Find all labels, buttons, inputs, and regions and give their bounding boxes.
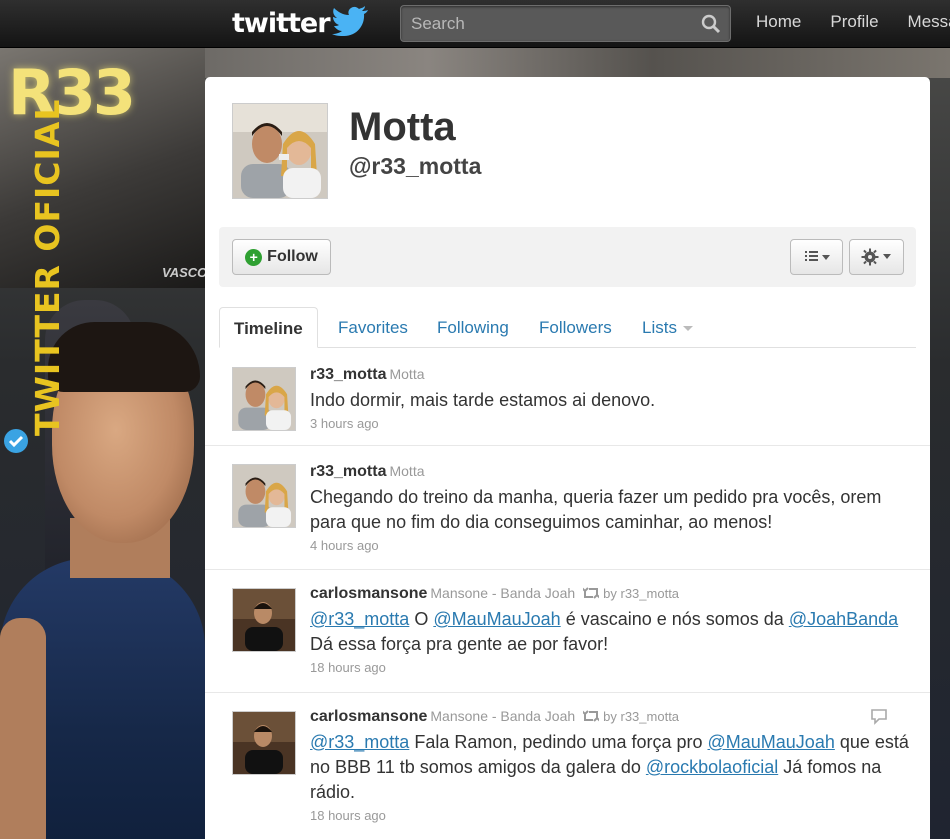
gear-menu-button[interactable] [849, 239, 904, 275]
tweet-header: carlosmansone Mansone - Banda Joah by r33_… [310, 585, 910, 603]
tweet-body: carlosmansone Mansone - Banda Joah by r33_… [310, 708, 910, 823]
tweet-mention-link[interactable]: @JoahBanda [789, 609, 898, 629]
tweet-text: @r33_motta O @MauMauJoah é vascaino e nó… [310, 607, 910, 657]
twitter-oficial-banner: TWITTER OFICIAL [28, 98, 67, 436]
top-nav: Home Profile Messages [756, 12, 950, 32]
tab-followers[interactable]: Followers [539, 307, 612, 348]
tweet-timestamp[interactable]: 4 hours ago [310, 538, 910, 553]
tweet-mention-link[interactable]: @r33_motta [310, 732, 409, 752]
nav-profile[interactable]: Profile [830, 12, 878, 32]
player-arm [0, 618, 46, 839]
retweet-by: by r33_motta [603, 709, 680, 724]
tweet-username[interactable]: carlosmansone [310, 585, 427, 602]
follow-plus-icon: + [245, 248, 263, 266]
tweet-header: r33_motta Motta [310, 463, 910, 481]
tweet-timestamp[interactable]: 18 hours ago [310, 808, 910, 823]
profile-panel: Motta @r33_motta + Follow Timeline Favor… [205, 77, 930, 839]
tweet-timeline: r33_motta Motta Indo dormir, mais tarde e… [205, 349, 930, 839]
search-input[interactable] [401, 6, 681, 41]
tweet-mention-link[interactable]: @MauMauJoah [708, 732, 835, 752]
tweet-mention-link[interactable]: @rockbolaoficial [646, 757, 778, 777]
tweet-text-segment: Dá essa força pra gente ae por favor! [310, 634, 609, 654]
twitter-logo[interactable]: twitter [232, 5, 370, 41]
profile-tabs: Timeline Favorites Following Followers L… [219, 307, 916, 348]
tab-timeline[interactable]: Timeline [219, 307, 318, 348]
tab-lists[interactable]: Lists [642, 307, 693, 348]
follow-button[interactable]: + Follow [232, 239, 331, 275]
tweet-text: Chegando do treino da manha, queria faze… [310, 485, 910, 535]
retweet-icon [581, 587, 601, 602]
nav-home[interactable]: Home [756, 12, 801, 32]
tweet-body: r33_motta Motta Indo dormir, mais tarde e… [310, 366, 910, 431]
follow-button-label: Follow [267, 248, 318, 265]
tweet-text-segment: Chegando do treino da manha, queria faze… [310, 487, 882, 532]
tweet-text-segment: Fala Ramon, pedindo uma força pro [409, 732, 708, 752]
tweet-text-segment: Indo dormir, mais tarde estamos ai denov… [310, 390, 656, 410]
tweet-item[interactable]: carlosmansone Mansone - Banda Joah by r33_… [205, 570, 930, 693]
profile-header: Motta @r33_motta [205, 77, 930, 222]
tweet-text-segment: O [409, 609, 434, 629]
tweet-username[interactable]: r33_motta [310, 463, 386, 480]
tweet-avatar[interactable] [232, 367, 296, 431]
vasco-shirt-text: VASCO [162, 265, 208, 280]
retweet-indicator: by r33_motta [581, 709, 680, 725]
tweet-text: @r33_motta Fala Ramon, pedindo uma força… [310, 730, 910, 805]
tab-following[interactable]: Following [437, 307, 509, 348]
retweet-icon [581, 710, 601, 725]
search-icon[interactable] [701, 14, 721, 39]
tweet-username[interactable]: r33_motta [310, 366, 386, 383]
twitter-logo-text: twitter [232, 7, 331, 39]
verified-badge-icon [3, 428, 29, 459]
tweet-header: r33_motta Motta [310, 366, 910, 384]
tweet-avatar[interactable] [232, 588, 296, 652]
retweet-by: by r33_motta [603, 586, 680, 601]
tweet-item[interactable]: r33_motta Motta Indo dormir, mais tarde e… [205, 349, 930, 446]
retweet-indicator: by r33_motta [581, 586, 680, 602]
tweet-fullname: Motta [389, 366, 425, 382]
reply-icon[interactable] [870, 707, 888, 730]
twitter-bird-icon [331, 5, 370, 41]
tweet-fullname: Motta [389, 463, 425, 479]
tweet-item[interactable]: r33_motta Motta Chegando do treino da man… [205, 446, 930, 570]
profile-name: Motta [349, 105, 456, 149]
tweet-timestamp[interactable]: 3 hours ago [310, 416, 910, 431]
profile-avatar[interactable] [232, 103, 328, 199]
top-navigation-bar: twitter Home Profile Messages [0, 0, 950, 48]
tweet-timestamp[interactable]: 18 hours ago [310, 660, 910, 675]
tab-lists-label: Lists [642, 318, 677, 337]
tweet-fullname: Mansone - Banda Joah [430, 585, 576, 601]
tweet-header: carlosmansone Mansone - Banda Joah by r33_… [310, 708, 910, 726]
background-photo-strip [205, 48, 950, 78]
tweet-text-segment: é vascaino e nós somos da [560, 609, 789, 629]
tab-favorites[interactable]: Favorites [338, 307, 408, 348]
r33-logo: R33 [8, 56, 136, 129]
profile-actions-bar: + Follow [219, 227, 916, 287]
gear-icon [861, 248, 891, 266]
tweet-body: r33_motta Motta Chegando do treino da man… [310, 463, 910, 553]
tweet-item[interactable]: carlosmansone Mansone - Banda Joah by r33_… [205, 693, 930, 839]
nav-messages[interactable]: Messages [908, 12, 950, 32]
tweet-mention-link[interactable]: @MauMauJoah [433, 609, 560, 629]
tweet-body: carlosmansone Mansone - Banda Joah by r33_… [310, 585, 910, 675]
player-hair [48, 322, 200, 392]
tweet-avatar[interactable] [232, 464, 296, 528]
tweet-text: Indo dormir, mais tarde estamos ai denov… [310, 388, 910, 413]
profile-handle: @r33_motta [349, 153, 482, 179]
tweet-mention-link[interactable]: @r33_motta [310, 609, 409, 629]
search-box [400, 5, 731, 42]
list-menu-button[interactable] [790, 239, 843, 275]
tweet-avatar[interactable] [232, 711, 296, 775]
list-icon [804, 251, 830, 261]
tweet-fullname: Mansone - Banda Joah [430, 708, 576, 724]
chevron-down-icon [682, 326, 693, 332]
tweet-username[interactable]: carlosmansone [310, 708, 427, 725]
